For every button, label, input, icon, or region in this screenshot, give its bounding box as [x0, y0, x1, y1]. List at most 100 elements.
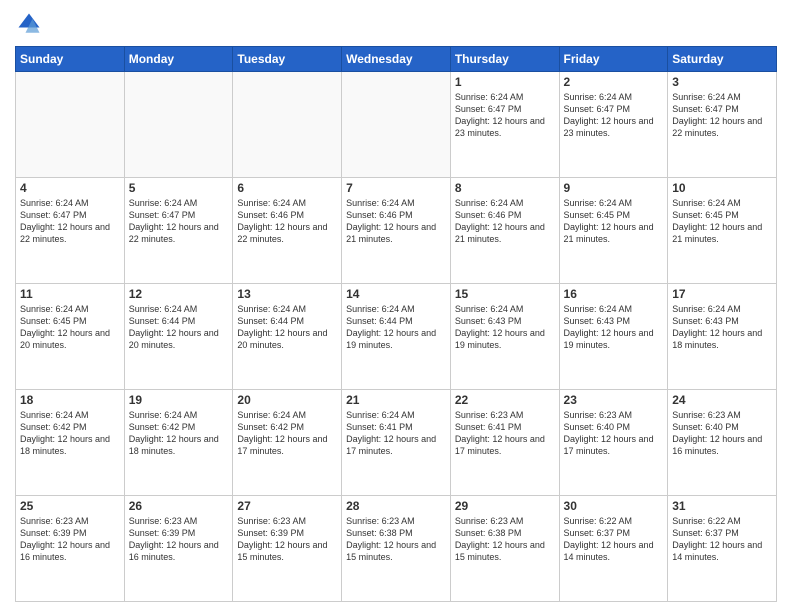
calendar-day-cell: 4Sunrise: 6:24 AM Sunset: 6:47 PM Daylig…: [16, 178, 125, 284]
day-info: Sunrise: 6:23 AM Sunset: 6:39 PM Dayligh…: [20, 515, 120, 564]
calendar-day-cell: 1 Sunrise: 6:24 AM Sunset: 6:47 PM Daylig…: [450, 72, 559, 178]
day-number: 8: [455, 181, 555, 195]
calendar-day-cell: 9Sunrise: 6:24 AM Sunset: 6:45 PM Daylig…: [559, 178, 668, 284]
calendar-day-cell: 11 Sunrise: 6:24 AM Sunset: 6:45 PM Dayli…: [16, 284, 125, 390]
day-info: Sunrise: 6:24 AM Sunset: 6:43 PM Dayligh…: [564, 303, 664, 352]
day-number: 2: [564, 75, 664, 89]
logo-icon: [15, 10, 43, 38]
day-number: 3: [672, 75, 772, 89]
day-number: 27: [237, 499, 337, 513]
calendar-day-cell: 3 Sunrise: 6:24 AM Sunset: 6:47 PM Daylig…: [668, 72, 777, 178]
calendar-day-cell: 16 Sunrise: 6:24 AM Sunset: 6:43 PM Dayli…: [559, 284, 668, 390]
day-number: 16: [564, 287, 664, 301]
calendar-day-cell: 2 Sunrise: 6:24 AM Sunset: 6:47 PM Daylig…: [559, 72, 668, 178]
calendar-day-cell: 14 Sunrise: 6:24 AM Sunset: 6:44 PM Dayli…: [342, 284, 451, 390]
day-info: Sunrise: 6:23 AM Sunset: 6:39 PM Dayligh…: [129, 515, 229, 564]
day-number: 1: [455, 75, 555, 89]
calendar-day-cell: 23 Sunrise: 6:23 AM Sunset: 6:40 PM Dayli…: [559, 390, 668, 496]
page-container: SundayMondayTuesdayWednesdayThursdayFrid…: [0, 0, 792, 612]
calendar-day-cell: 10 Sunrise: 6:24 AM Sunset: 6:45 PM Dayli…: [668, 178, 777, 284]
day-info: Sunrise: 6:24 AM Sunset: 6:47 PM Dayligh…: [672, 91, 772, 140]
day-info: Sunrise: 6:24 AM Sunset: 6:47 PM Dayligh…: [455, 91, 555, 140]
calendar-day-cell: 21 Sunrise: 6:24 AM Sunset: 6:41 PM Dayli…: [342, 390, 451, 496]
calendar-day-cell: 19 Sunrise: 6:24 AM Sunset: 6:42 PM Dayli…: [124, 390, 233, 496]
calendar-day-cell: 26 Sunrise: 6:23 AM Sunset: 6:39 PM Dayli…: [124, 496, 233, 602]
day-number: 23: [564, 393, 664, 407]
day-info: Sunrise: 6:22 AM Sunset: 6:37 PM Dayligh…: [564, 515, 664, 564]
day-number: 4: [20, 181, 120, 195]
calendar-day-header: Wednesday: [342, 47, 451, 72]
day-number: 21: [346, 393, 446, 407]
day-info: Sunrise: 6:24 AM Sunset: 6:43 PM Dayligh…: [672, 303, 772, 352]
calendar-day-header: Monday: [124, 47, 233, 72]
day-number: 26: [129, 499, 229, 513]
day-number: 31: [672, 499, 772, 513]
day-info: Sunrise: 6:23 AM Sunset: 6:40 PM Dayligh…: [672, 409, 772, 458]
day-info: Sunrise: 6:23 AM Sunset: 6:40 PM Dayligh…: [564, 409, 664, 458]
calendar-day-cell: 7 Sunrise: 6:24 AM Sunset: 6:46 PM Daylig…: [342, 178, 451, 284]
day-info: Sunrise: 6:24 AM Sunset: 6:42 PM Dayligh…: [20, 409, 120, 458]
day-number: 25: [20, 499, 120, 513]
day-number: 10: [672, 181, 772, 195]
day-info: Sunrise: 6:24 AM Sunset: 6:43 PM Dayligh…: [455, 303, 555, 352]
calendar-day-cell: [342, 72, 451, 178]
day-info: Sunrise: 6:23 AM Sunset: 6:39 PM Dayligh…: [237, 515, 337, 564]
calendar-day-header: Friday: [559, 47, 668, 72]
day-number: 30: [564, 499, 664, 513]
calendar-day-cell: 13Sunrise: 6:24 AM Sunset: 6:44 PM Dayli…: [233, 284, 342, 390]
calendar-day-cell: 22 Sunrise: 6:23 AM Sunset: 6:41 PM Dayli…: [450, 390, 559, 496]
calendar-day-cell: 6Sunrise: 6:24 AM Sunset: 6:46 PM Daylig…: [233, 178, 342, 284]
calendar-day-cell: 31 Sunrise: 6:22 AM Sunset: 6:37 PM Dayli…: [668, 496, 777, 602]
day-info: Sunrise: 6:24 AM Sunset: 6:46 PM Dayligh…: [346, 197, 446, 246]
calendar-day-cell: 27 Sunrise: 6:23 AM Sunset: 6:39 PM Dayli…: [233, 496, 342, 602]
day-info: Sunrise: 6:24 AM Sunset: 6:44 PM Dayligh…: [346, 303, 446, 352]
day-info: Sunrise: 6:22 AM Sunset: 6:37 PM Dayligh…: [672, 515, 772, 564]
calendar-day-cell: 29 Sunrise: 6:23 AM Sunset: 6:38 PM Dayli…: [450, 496, 559, 602]
calendar-day-cell: 15 Sunrise: 6:24 AM Sunset: 6:43 PM Dayli…: [450, 284, 559, 390]
day-info: Sunrise: 6:24 AM Sunset: 6:47 PM Dayligh…: [564, 91, 664, 140]
calendar-day-cell: 18 Sunrise: 6:24 AM Sunset: 6:42 PM Dayli…: [16, 390, 125, 496]
day-info: Sunrise: 6:23 AM Sunset: 6:41 PM Dayligh…: [455, 409, 555, 458]
day-info: Sunrise: 6:24 AM Sunset: 6:44 PM Dayligh…: [129, 303, 229, 352]
calendar-day-header: Tuesday: [233, 47, 342, 72]
day-number: 24: [672, 393, 772, 407]
logo: [15, 10, 47, 38]
calendar-day-cell: 8Sunrise: 6:24 AM Sunset: 6:46 PM Daylig…: [450, 178, 559, 284]
calendar-week-row: 11 Sunrise: 6:24 AM Sunset: 6:45 PM Dayli…: [16, 284, 777, 390]
calendar-week-row: 25 Sunrise: 6:23 AM Sunset: 6:39 PM Dayli…: [16, 496, 777, 602]
calendar-day-cell: 5 Sunrise: 6:24 AM Sunset: 6:47 PM Daylig…: [124, 178, 233, 284]
calendar-day-cell: [124, 72, 233, 178]
day-number: 7: [346, 181, 446, 195]
day-number: 15: [455, 287, 555, 301]
calendar-day-cell: 24 Sunrise: 6:23 AM Sunset: 6:40 PM Dayli…: [668, 390, 777, 496]
day-info: Sunrise: 6:23 AM Sunset: 6:38 PM Dayligh…: [455, 515, 555, 564]
day-info: Sunrise: 6:24 AM Sunset: 6:41 PM Dayligh…: [346, 409, 446, 458]
calendar-day-cell: 17Sunrise: 6:24 AM Sunset: 6:43 PM Dayli…: [668, 284, 777, 390]
calendar-table: SundayMondayTuesdayWednesdayThursdayFrid…: [15, 46, 777, 602]
day-number: 5: [129, 181, 229, 195]
day-number: 29: [455, 499, 555, 513]
day-info: Sunrise: 6:24 AM Sunset: 6:42 PM Dayligh…: [129, 409, 229, 458]
calendar-day-header: Saturday: [668, 47, 777, 72]
day-info: Sunrise: 6:24 AM Sunset: 6:45 PM Dayligh…: [20, 303, 120, 352]
calendar-day-cell: [233, 72, 342, 178]
calendar-day-cell: [16, 72, 125, 178]
calendar-day-cell: 30 Sunrise: 6:22 AM Sunset: 6:37 PM Dayli…: [559, 496, 668, 602]
day-info: Sunrise: 6:24 AM Sunset: 6:45 PM Dayligh…: [672, 197, 772, 246]
day-number: 28: [346, 499, 446, 513]
day-number: 19: [129, 393, 229, 407]
calendar-week-row: 18 Sunrise: 6:24 AM Sunset: 6:42 PM Dayli…: [16, 390, 777, 496]
calendar-day-cell: 12Sunrise: 6:24 AM Sunset: 6:44 PM Dayli…: [124, 284, 233, 390]
day-number: 13: [237, 287, 337, 301]
calendar-header-row: SundayMondayTuesdayWednesdayThursdayFrid…: [16, 47, 777, 72]
day-info: Sunrise: 6:24 AM Sunset: 6:42 PM Dayligh…: [237, 409, 337, 458]
day-number: 9: [564, 181, 664, 195]
day-number: 14: [346, 287, 446, 301]
calendar-day-cell: 25 Sunrise: 6:23 AM Sunset: 6:39 PM Dayli…: [16, 496, 125, 602]
day-number: 11: [20, 287, 120, 301]
day-number: 22: [455, 393, 555, 407]
day-number: 6: [237, 181, 337, 195]
day-number: 18: [20, 393, 120, 407]
day-info: Sunrise: 6:24 AM Sunset: 6:47 PM Dayligh…: [129, 197, 229, 246]
calendar-day-cell: 28Sunrise: 6:23 AM Sunset: 6:38 PM Dayli…: [342, 496, 451, 602]
